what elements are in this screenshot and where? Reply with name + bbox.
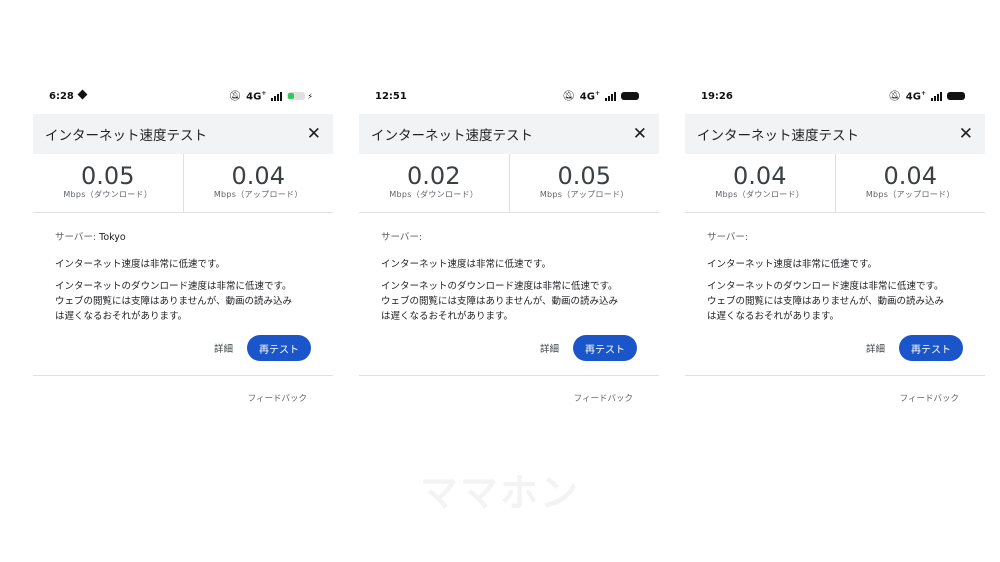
details-link[interactable]: 詳細 bbox=[214, 341, 233, 355]
description-line: インターネットのダウンロード速度は非常に低速です。 bbox=[381, 281, 618, 292]
download-unit: Mbps（ダウンロード） bbox=[715, 190, 805, 199]
description-line: は遅くなるおそれがあります。 bbox=[381, 311, 514, 322]
header: インターネット速度テスト ✕ bbox=[33, 114, 333, 154]
server-value: Tokyo bbox=[99, 232, 126, 243]
location-icon bbox=[77, 89, 88, 100]
page-title: インターネット速度テスト bbox=[371, 128, 533, 144]
details-link[interactable]: 詳細 bbox=[540, 341, 559, 355]
status-bar: 6:28 🔕︎ 4G+ ⚡︎ bbox=[33, 84, 333, 114]
server-label: サーバー: bbox=[707, 232, 749, 243]
result-body: サーバー: Tokyo インターネット速度は非常に低速です。 インターネットのダ… bbox=[33, 213, 333, 324]
speed-summary: インターネット速度は非常に低速です。 bbox=[55, 259, 226, 270]
upload-speed: 0.04 bbox=[883, 162, 937, 190]
mute-icon: 🔕︎ bbox=[888, 90, 901, 102]
retest-button[interactable]: 再テスト bbox=[573, 335, 637, 361]
description-line: インターネットのダウンロード速度は非常に低速です。 bbox=[707, 281, 944, 292]
divider bbox=[359, 375, 659, 376]
mute-icon: 🔕︎ bbox=[228, 90, 242, 102]
mute-icon: 🔕︎ bbox=[562, 90, 575, 102]
speed-description: インターネットのダウンロード速度は非常に低速です。 ウェブの閲覧には支障はありま… bbox=[381, 279, 637, 324]
status-bar: 19:26 🔕︎ 4G+ bbox=[685, 84, 985, 114]
status-icons: 🔕︎ 4G+ bbox=[562, 90, 639, 102]
speed-description: インターネットのダウンロード速度は非常に低速です。 ウェブの閲覧には支障はありま… bbox=[55, 279, 311, 324]
speedtest-panel-2: 12:51 🔕︎ 4G+ インターネット速度テスト ✕ 0.02 Mbps（ダウ… bbox=[359, 84, 659, 414]
result-body: サーバー: インターネット速度は非常に低速です。 インターネットのダウンロード速… bbox=[359, 213, 659, 324]
download-speed: 0.05 bbox=[81, 162, 135, 190]
network-type: 4G+ bbox=[246, 90, 267, 103]
details-link[interactable]: 詳細 bbox=[866, 341, 885, 355]
upload-unit: Mbps（アップロード） bbox=[865, 190, 955, 199]
signal-icon bbox=[931, 91, 942, 101]
close-icon[interactable]: ✕ bbox=[633, 124, 647, 144]
download-result: 0.05 Mbps（ダウンロード） bbox=[33, 154, 183, 212]
result-body: サーバー: インターネット速度は非常に低速です。 インターネットのダウンロード速… bbox=[685, 213, 985, 324]
status-time: 12:51 bbox=[375, 91, 407, 102]
page-title: インターネット速度テスト bbox=[697, 128, 859, 144]
description-line: ウェブの閲覧には支障はありませんが、動画の読み込み bbox=[381, 296, 619, 307]
upload-unit: Mbps（アップロード） bbox=[539, 190, 629, 199]
header: インターネット速度テスト ✕ bbox=[359, 114, 659, 154]
speed-description: インターネットのダウンロード速度は非常に低速です。 ウェブの閲覧には支障はありま… bbox=[707, 279, 963, 324]
status-icons: 🔕︎ 4G+ bbox=[888, 90, 965, 102]
retest-button[interactable]: 再テスト bbox=[899, 335, 963, 361]
upload-speed: 0.04 bbox=[231, 162, 285, 190]
download-unit: Mbps（ダウンロード） bbox=[63, 190, 153, 199]
status-icons: 🔕︎ 4G+ ⚡︎ bbox=[228, 90, 313, 102]
server-label: サーバー: bbox=[381, 232, 423, 243]
download-speed: 0.02 bbox=[407, 162, 461, 190]
network-type: 4G+ bbox=[579, 90, 600, 103]
server-info: サーバー: bbox=[381, 229, 637, 243]
speed-results: 0.04 Mbps（ダウンロード） 0.04 Mbps（アップロード） bbox=[685, 154, 985, 213]
status-time: 19:26 bbox=[701, 91, 733, 102]
battery-icon bbox=[947, 92, 965, 101]
upload-speed: 0.05 bbox=[557, 162, 611, 190]
speed-summary: インターネット速度は非常に低速です。 bbox=[707, 259, 878, 270]
upload-unit: Mbps（アップロード） bbox=[213, 190, 303, 199]
feedback-link[interactable]: フィードバック bbox=[359, 392, 659, 404]
watermark: ママホン bbox=[419, 471, 580, 515]
status-time: 6:28 bbox=[49, 89, 88, 102]
actions: 詳細 再テスト bbox=[33, 335, 333, 361]
signal-icon bbox=[605, 91, 616, 101]
retest-button[interactable]: 再テスト bbox=[247, 335, 311, 361]
download-result: 0.02 Mbps（ダウンロード） bbox=[359, 154, 509, 212]
description-line: インターネットのダウンロード速度は非常に低速です。 bbox=[55, 281, 292, 292]
description-line: は遅くなるおそれがあります。 bbox=[707, 311, 840, 322]
download-result: 0.04 Mbps（ダウンロード） bbox=[685, 154, 835, 212]
battery-icon bbox=[287, 92, 306, 101]
upload-result: 0.04 Mbps（アップロード） bbox=[834, 154, 986, 212]
charging-icon: ⚡︎ bbox=[307, 91, 313, 101]
speed-results: 0.05 Mbps（ダウンロード） 0.04 Mbps（アップロード） bbox=[33, 154, 333, 213]
divider bbox=[33, 375, 333, 376]
speedtest-panel-3: 19:26 🔕︎ 4G+ インターネット速度テスト ✕ 0.04 Mbps（ダウ… bbox=[685, 84, 985, 414]
upload-result: 0.04 Mbps（アップロード） bbox=[182, 154, 334, 212]
download-unit: Mbps（ダウンロード） bbox=[389, 190, 479, 199]
description-line: ウェブの閲覧には支障はありませんが、動画の読み込み bbox=[55, 296, 293, 307]
upload-result: 0.05 Mbps（アップロード） bbox=[508, 154, 660, 212]
speed-results: 0.02 Mbps（ダウンロード） 0.05 Mbps（アップロード） bbox=[359, 154, 659, 213]
server-label: サーバー: bbox=[55, 232, 97, 243]
actions: 詳細 再テスト bbox=[359, 335, 659, 361]
download-speed: 0.04 bbox=[733, 162, 787, 190]
speedtest-panel-1: 6:28 🔕︎ 4G+ ⚡︎ インターネット速度テスト ✕ 0.05 Mbps（… bbox=[33, 84, 333, 414]
close-icon[interactable]: ✕ bbox=[959, 124, 973, 144]
server-info: サーバー: bbox=[707, 229, 963, 243]
divider bbox=[685, 375, 985, 376]
feedback-link[interactable]: フィードバック bbox=[685, 392, 985, 404]
actions: 詳細 再テスト bbox=[685, 335, 985, 361]
signal-icon bbox=[271, 91, 283, 101]
description-line: は遅くなるおそれがあります。 bbox=[55, 311, 188, 322]
feedback-link[interactable]: フィードバック bbox=[33, 392, 333, 404]
server-info: サーバー: Tokyo bbox=[55, 229, 311, 243]
speed-summary: インターネット速度は非常に低速です。 bbox=[381, 259, 552, 270]
status-bar: 12:51 🔕︎ 4G+ bbox=[359, 84, 659, 114]
header: インターネット速度テスト ✕ bbox=[685, 114, 985, 154]
network-type: 4G+ bbox=[905, 90, 926, 103]
description-line: ウェブの閲覧には支障はありませんが、動画の読み込み bbox=[707, 296, 945, 307]
battery-icon bbox=[621, 92, 639, 101]
page-title: インターネット速度テスト bbox=[45, 128, 207, 144]
close-icon[interactable]: ✕ bbox=[307, 124, 321, 144]
